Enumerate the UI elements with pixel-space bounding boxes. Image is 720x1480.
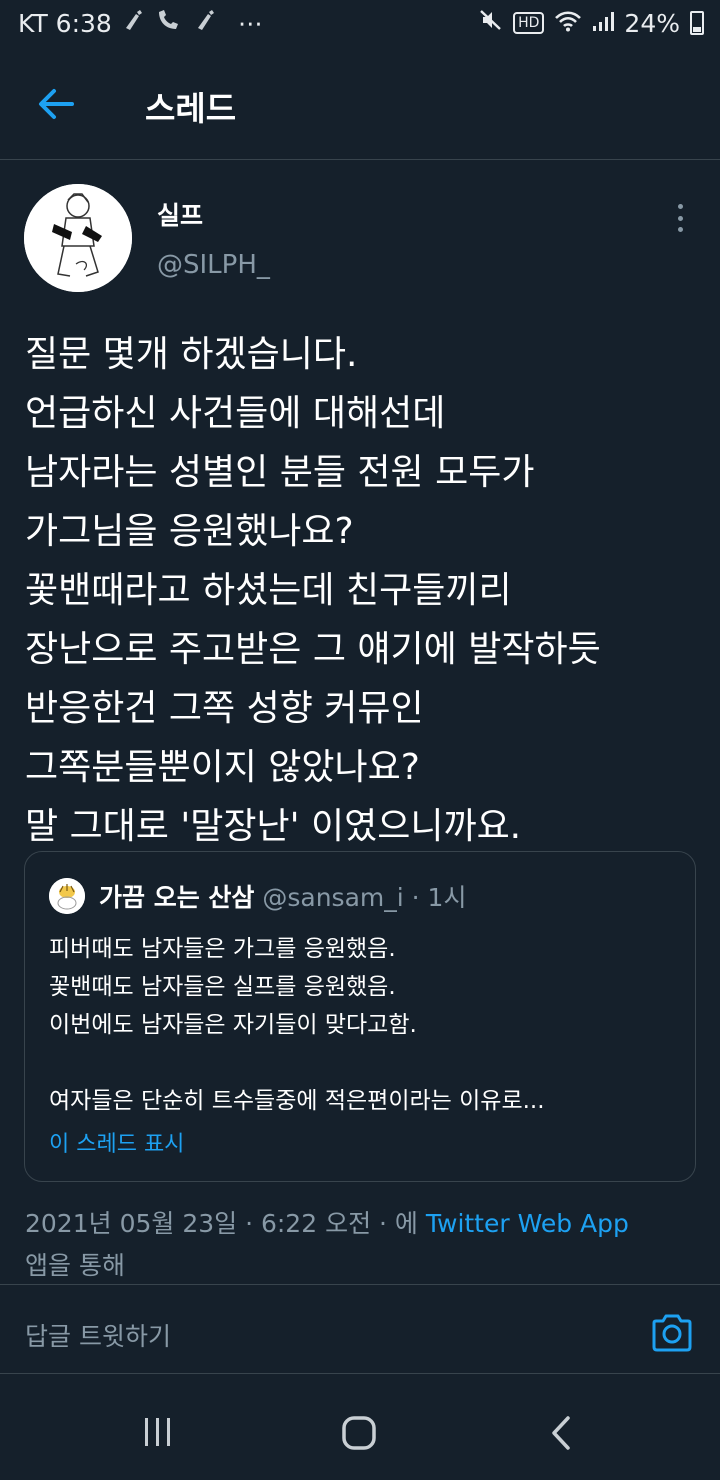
quoted-avatar-illustration xyxy=(49,878,85,914)
more-options-button[interactable] xyxy=(664,200,696,236)
tweet-text: 질문 몇개 하겠습니다. 언급하신 사건들에 대해선데 남자라는 성별인 분들 … xyxy=(25,325,715,856)
tweet-text-line: 그쪽분들뿐이지 않았나요? xyxy=(25,747,420,788)
home-button[interactable] xyxy=(340,1414,378,1452)
quoted-text: 피버때도 남자들은 가그를 응원했음. 꽃밴때도 남자들은 실프를 응원했음. … xyxy=(49,930,679,1120)
hd-voice-icon: HD xyxy=(513,12,545,34)
avatar[interactable] xyxy=(24,184,132,292)
quoted-text-line: 꽃밴때도 남자들은 실프를 응원했음. xyxy=(49,974,396,1000)
recents-icon xyxy=(145,1418,170,1446)
quoted-avatar xyxy=(49,878,85,914)
camera-button[interactable] xyxy=(650,1313,694,1353)
tweet-text-line: 가그님을 응원했나요? xyxy=(25,511,354,552)
tweet-text-line: 말 그대로 '말장난' 이였으니까요. xyxy=(25,806,522,847)
system-back-button[interactable] xyxy=(548,1414,574,1452)
tweet-text-line: 언급하신 사건들에 대해선데 xyxy=(25,393,446,434)
more-notifications-icon: ⋯ xyxy=(237,8,263,38)
tweet-text-line: 남자라는 성별인 분들 전원 모두가 xyxy=(25,452,535,493)
author-handle[interactable]: @SILPH_ xyxy=(157,250,270,280)
tweet-text-line: 장난으로 주고받은 그 얘기에 발작하듯 xyxy=(25,629,601,670)
tweet-text-line: 질문 몇개 하겠습니다. xyxy=(25,334,358,375)
more-vertical-icon xyxy=(677,227,683,232)
source-app-link[interactable]: Twitter Web App xyxy=(426,1209,629,1238)
system-navigation-bar xyxy=(0,1374,720,1480)
quoted-text-line: 여자들은 단순히 트수들중에 적은편이라는 이유로... xyxy=(49,1088,545,1114)
author-name[interactable]: 실프 xyxy=(157,196,203,232)
mute-icon xyxy=(479,8,503,38)
battery-icon xyxy=(690,11,704,35)
quoted-tweet[interactable]: 가끔 오는 산삼 @sansam_i · 1시 피버때도 남자들은 가그를 응원… xyxy=(24,851,696,1182)
chevron-left-icon xyxy=(552,1416,570,1450)
reply-bar[interactable]: 답글 트윗하기 xyxy=(0,1285,720,1373)
recents-button[interactable] xyxy=(142,1416,174,1448)
broom-notification-icon xyxy=(122,8,146,38)
page-title: 스레드 xyxy=(145,89,237,128)
battery-percent: 24% xyxy=(624,8,680,38)
more-vertical-icon xyxy=(677,215,683,221)
quoted-handle-time: @sansam_i · 1시 xyxy=(254,883,467,912)
tweet-text-line: 반응한건 그쪽 성향 커뮤인 xyxy=(25,688,424,729)
tweet-timestamp: 2021년 05월 23일 · 6:22 오전 · 에 xyxy=(25,1209,426,1238)
app-header: 스레드 xyxy=(0,50,720,160)
carrier-time: KT 6:38 xyxy=(18,8,112,38)
tweet-meta: 2021년 05월 23일 · 6:22 오전 · 에 Twitter Web … xyxy=(25,1203,705,1287)
quoted-header: 가끔 오는 산삼 @sansam_i · 1시 xyxy=(99,878,466,914)
quoted-author-name: 가끔 오는 산삼 xyxy=(99,883,255,912)
back-button[interactable] xyxy=(36,82,80,126)
show-thread-link[interactable]: 이 스레드 표시 xyxy=(49,1126,184,1158)
signal-icon xyxy=(592,9,615,38)
avatar-illustration xyxy=(24,184,132,292)
wifi-icon xyxy=(554,9,582,38)
status-bar-left: KT 6:38 ⋯ xyxy=(18,8,263,38)
quoted-text-line xyxy=(49,1044,679,1082)
quoted-text-line: 피버때도 남자들은 가그를 응원했음. xyxy=(49,936,396,962)
broom-notification-icon xyxy=(194,8,218,38)
more-vertical-icon xyxy=(677,204,683,209)
status-bar: KT 6:38 ⋯ HD 24% xyxy=(0,0,720,50)
home-icon xyxy=(342,1416,376,1450)
camera-icon xyxy=(652,1314,692,1352)
reply-input[interactable]: 답글 트윗하기 xyxy=(25,1317,171,1353)
source-suffix: 앱을 통해 xyxy=(25,1251,125,1280)
arrow-left-icon xyxy=(39,89,74,119)
status-bar-right: HD 24% xyxy=(479,8,704,38)
tweet-text-line: 꽃밴때라고 하셨는데 친구들끼리 xyxy=(25,570,512,611)
quoted-text-line: 이번에도 남자들은 자기들이 맞다고함. xyxy=(49,1012,417,1038)
whowho-call-icon xyxy=(156,8,184,38)
